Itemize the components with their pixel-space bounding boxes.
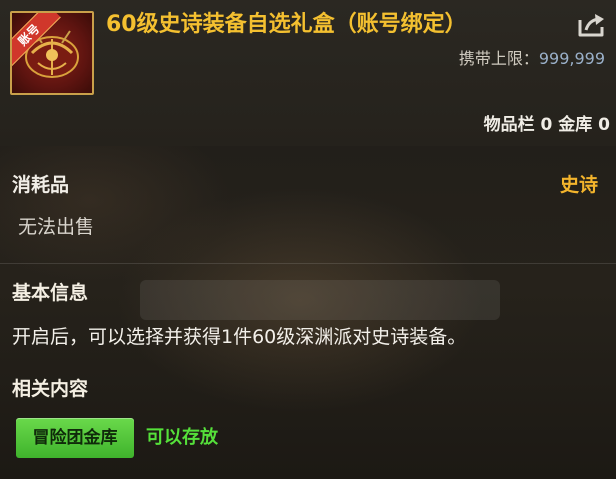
carry-limit: 携带上限：999,999: [459, 48, 605, 70]
item-title: 60级史诗装备自选礼盒（账号绑定）: [106, 12, 467, 37]
item-tooltip: 账号 60级史诗装备自选礼盒（账号绑定） 携带上限：999,999 物品栏 0 …: [0, 0, 616, 479]
sell-status: 无法出售: [18, 216, 95, 238]
basic-info-heading: 基本信息: [12, 282, 89, 304]
background-watermark: [140, 280, 500, 320]
carry-limit-value: 999,999: [538, 49, 605, 68]
share-icon: [578, 14, 604, 37]
item-rarity: 史诗: [559, 174, 598, 196]
item-category: 消耗品: [12, 174, 70, 196]
related-heading: 相关内容: [12, 378, 89, 400]
share-button[interactable]: [577, 12, 607, 38]
storage-count: 物品栏 0 金库 0: [483, 115, 610, 135]
adventure-vault-button[interactable]: 冒险团金库: [16, 418, 134, 458]
item-description: 开启后，可以选择并获得1件60级深渊派对史诗装备。: [12, 326, 467, 348]
gift-box-icon: 账号: [10, 11, 94, 95]
section-divider: [0, 263, 616, 264]
carry-limit-label: 携带上限：: [458, 49, 539, 68]
storage-status: 可以存放: [146, 427, 218, 448]
